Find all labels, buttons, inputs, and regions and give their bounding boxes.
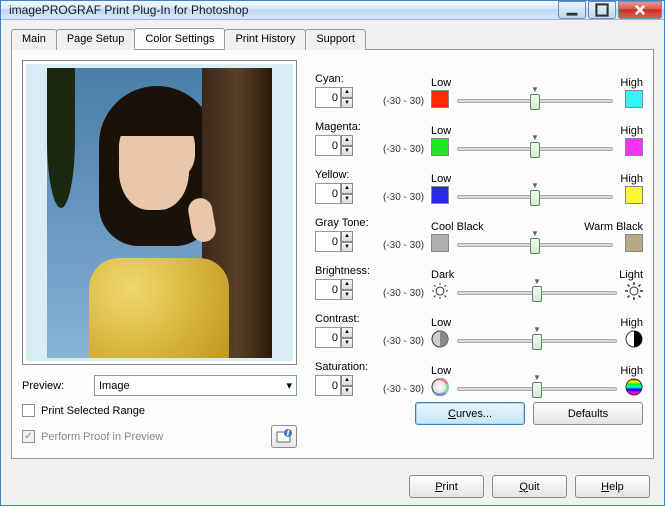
gray-slider[interactable]: ▼ [453, 239, 617, 247]
saturation-slider[interactable]: ▼ [453, 383, 621, 391]
high-contrast-icon [625, 330, 643, 348]
chevron-down-icon: ▾ [286, 379, 292, 392]
contrast-label: Contrast: [315, 313, 377, 325]
print-selected-checkbox[interactable] [22, 404, 35, 417]
dialog-footer: Print Quit Help [1, 467, 664, 508]
preview-select[interactable]: Image ▾ [94, 375, 297, 396]
print-selected-label: Print Selected Range [41, 405, 145, 417]
contrast-input[interactable] [315, 327, 341, 348]
low-saturation-icon [431, 378, 449, 396]
preview-canvas [26, 64, 293, 361]
magenta-label: Magenta: [315, 121, 377, 133]
brightness-spinner[interactable]: ▲▼ [315, 279, 353, 300]
dark-icon [431, 282, 449, 300]
cyan-row: Cyan: ▲▼ (-30 - 30) LowHigh ▼ [315, 60, 643, 108]
saturation-label: Saturation: [315, 361, 377, 373]
contrast-row: Contrast: ▲▼ (-30 - 30) LowHigh ▼ [315, 300, 643, 348]
cyan-label: Cyan: [315, 73, 377, 85]
info-button[interactable]: i [271, 425, 297, 448]
cyan-spinner[interactable]: ▲▼ [315, 87, 353, 108]
close-button[interactable] [618, 1, 662, 19]
close-icon [633, 3, 647, 17]
preview-box [22, 60, 297, 365]
titlebar[interactable]: imagePROGRAF Print Plug-In for Photoshop [1, 1, 664, 20]
yellow-row: Yellow: ▲▼ (-30 - 30) LowHigh ▼ [315, 156, 643, 204]
curves-button[interactable]: Curves... [415, 402, 525, 425]
minimize-icon [565, 3, 579, 17]
cyan-high-label: High [620, 77, 643, 90]
cyan-high-swatch [625, 90, 643, 108]
dialog-window: imagePROGRAF Print Plug-In for Photoshop… [0, 0, 665, 506]
preview-label: Preview: [22, 380, 82, 392]
proof-checkbox: ✓ [22, 430, 35, 443]
spin-up-icon[interactable]: ▲ [341, 87, 353, 98]
cyan-slider[interactable]: ▼ [453, 95, 617, 103]
yellow-input[interactable] [315, 183, 341, 204]
brightness-row: Brightness: ▲▼ (-30 - 30) DarkLight ▼ [315, 252, 643, 300]
info-icon: i [276, 429, 292, 445]
low-contrast-icon [431, 330, 449, 348]
gray-label: Gray Tone: [315, 217, 377, 229]
print-button[interactable]: Print [409, 475, 484, 498]
window-title: imagePROGRAF Print Plug-In for Photoshop [9, 3, 558, 17]
tab-support[interactable]: Support [305, 29, 366, 50]
magenta-slider[interactable]: ▼ [453, 143, 617, 151]
quit-button[interactable]: Quit [492, 475, 567, 498]
cyan-range: (-30 - 30) [383, 96, 425, 107]
saturation-spinner[interactable]: ▲▼ [315, 375, 353, 396]
defaults-button[interactable]: Defaults [533, 402, 643, 425]
saturation-input[interactable] [315, 375, 341, 396]
magenta-input[interactable] [315, 135, 341, 156]
tab-page-setup[interactable]: Page Setup [56, 29, 136, 50]
magenta-spinner[interactable]: ▲▼ [315, 135, 353, 156]
help-button[interactable]: Help [575, 475, 650, 498]
cyan-low-label: Low [431, 77, 451, 90]
gray-row: Gray Tone: ▲▼ (-30 - 30) Cool BlackWarm … [315, 204, 643, 252]
light-icon [625, 282, 643, 300]
tab-bar: Main Page Setup Color Settings Print His… [11, 28, 654, 49]
preview-image [47, 68, 272, 358]
saturation-row: Saturation: ▲▼ (-30 - 30) LowHigh ▼ [315, 348, 643, 396]
contrast-spinner[interactable]: ▲▼ [315, 327, 353, 348]
cyan-low-swatch [431, 90, 449, 108]
minimize-button[interactable] [558, 1, 586, 19]
proof-label: Perform Proof in Preview [41, 431, 163, 443]
yellow-spinner[interactable]: ▲▼ [315, 183, 353, 204]
gray-input[interactable] [315, 231, 341, 252]
tab-panel: Preview: Image ▾ Print Selected Range ✓ … [11, 49, 654, 459]
preview-select-value: Image [99, 380, 130, 392]
brightness-input[interactable] [315, 279, 341, 300]
brightness-label: Brightness: [315, 265, 377, 277]
spin-down-icon[interactable]: ▼ [341, 98, 353, 109]
maximize-icon [595, 3, 609, 17]
cyan-input[interactable] [315, 87, 341, 108]
gray-spinner[interactable]: ▲▼ [315, 231, 353, 252]
yellow-slider[interactable]: ▼ [453, 191, 617, 199]
contrast-slider[interactable]: ▼ [453, 335, 621, 343]
brightness-slider[interactable]: ▼ [453, 287, 621, 295]
yellow-label: Yellow: [315, 169, 377, 181]
maximize-button[interactable] [588, 1, 616, 19]
tab-main[interactable]: Main [11, 29, 57, 50]
magenta-row: Magenta: ▲▼ (-30 - 30) LowHigh ▼ [315, 108, 643, 156]
tab-color-settings[interactable]: Color Settings [134, 28, 225, 49]
tab-print-history[interactable]: Print History [224, 29, 306, 50]
high-saturation-icon [625, 378, 643, 396]
